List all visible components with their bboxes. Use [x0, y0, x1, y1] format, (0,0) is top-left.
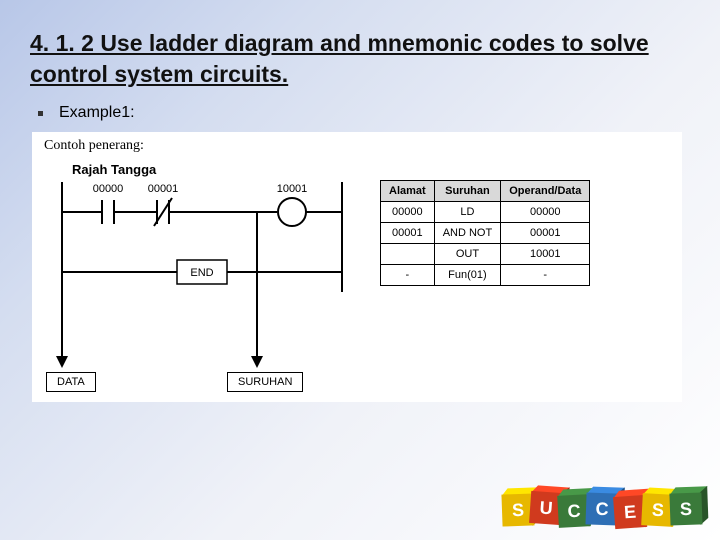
table-row: 00001AND NOT00001 — [381, 223, 590, 244]
data-box: DATA — [46, 372, 96, 392]
diagram-panel: Contoh penerang: Rajah Tangga END — [32, 132, 682, 402]
contoh-label: Contoh penerang: — [44, 138, 144, 154]
col-alamat: Alamat — [381, 181, 435, 202]
section-title: 4. 1. 2 Use ladder diagram and mnemonic … — [30, 28, 690, 90]
ladder-diagram: END 00000 00001 10001 — [42, 182, 372, 392]
col-suruhan: Suruhan — [434, 181, 501, 202]
example-bullet: Example1: — [38, 104, 690, 122]
bullet-icon — [38, 111, 43, 116]
rajah-label: Rajah Tangga — [72, 162, 156, 177]
addr-out: 10001 — [277, 183, 308, 195]
table-row: OUT10001 — [381, 244, 590, 265]
addr-in2: 00001 — [148, 183, 179, 195]
mnemonic-table: Alamat Suruhan Operand/Data 00000LD00000… — [380, 180, 590, 286]
example-label: Example1: — [59, 104, 135, 122]
table-row: 00000LD00000 — [381, 202, 590, 223]
success-blocks: S U C C E S S — [506, 494, 702, 526]
end-label: END — [190, 267, 213, 279]
table-row: -Fun(01)- — [381, 265, 590, 286]
block-s: S — [669, 492, 702, 525]
col-operand: Operand/Data — [501, 181, 590, 202]
addr-in1: 00000 — [93, 183, 124, 195]
suruhan-box: SURUHAN — [227, 372, 303, 392]
